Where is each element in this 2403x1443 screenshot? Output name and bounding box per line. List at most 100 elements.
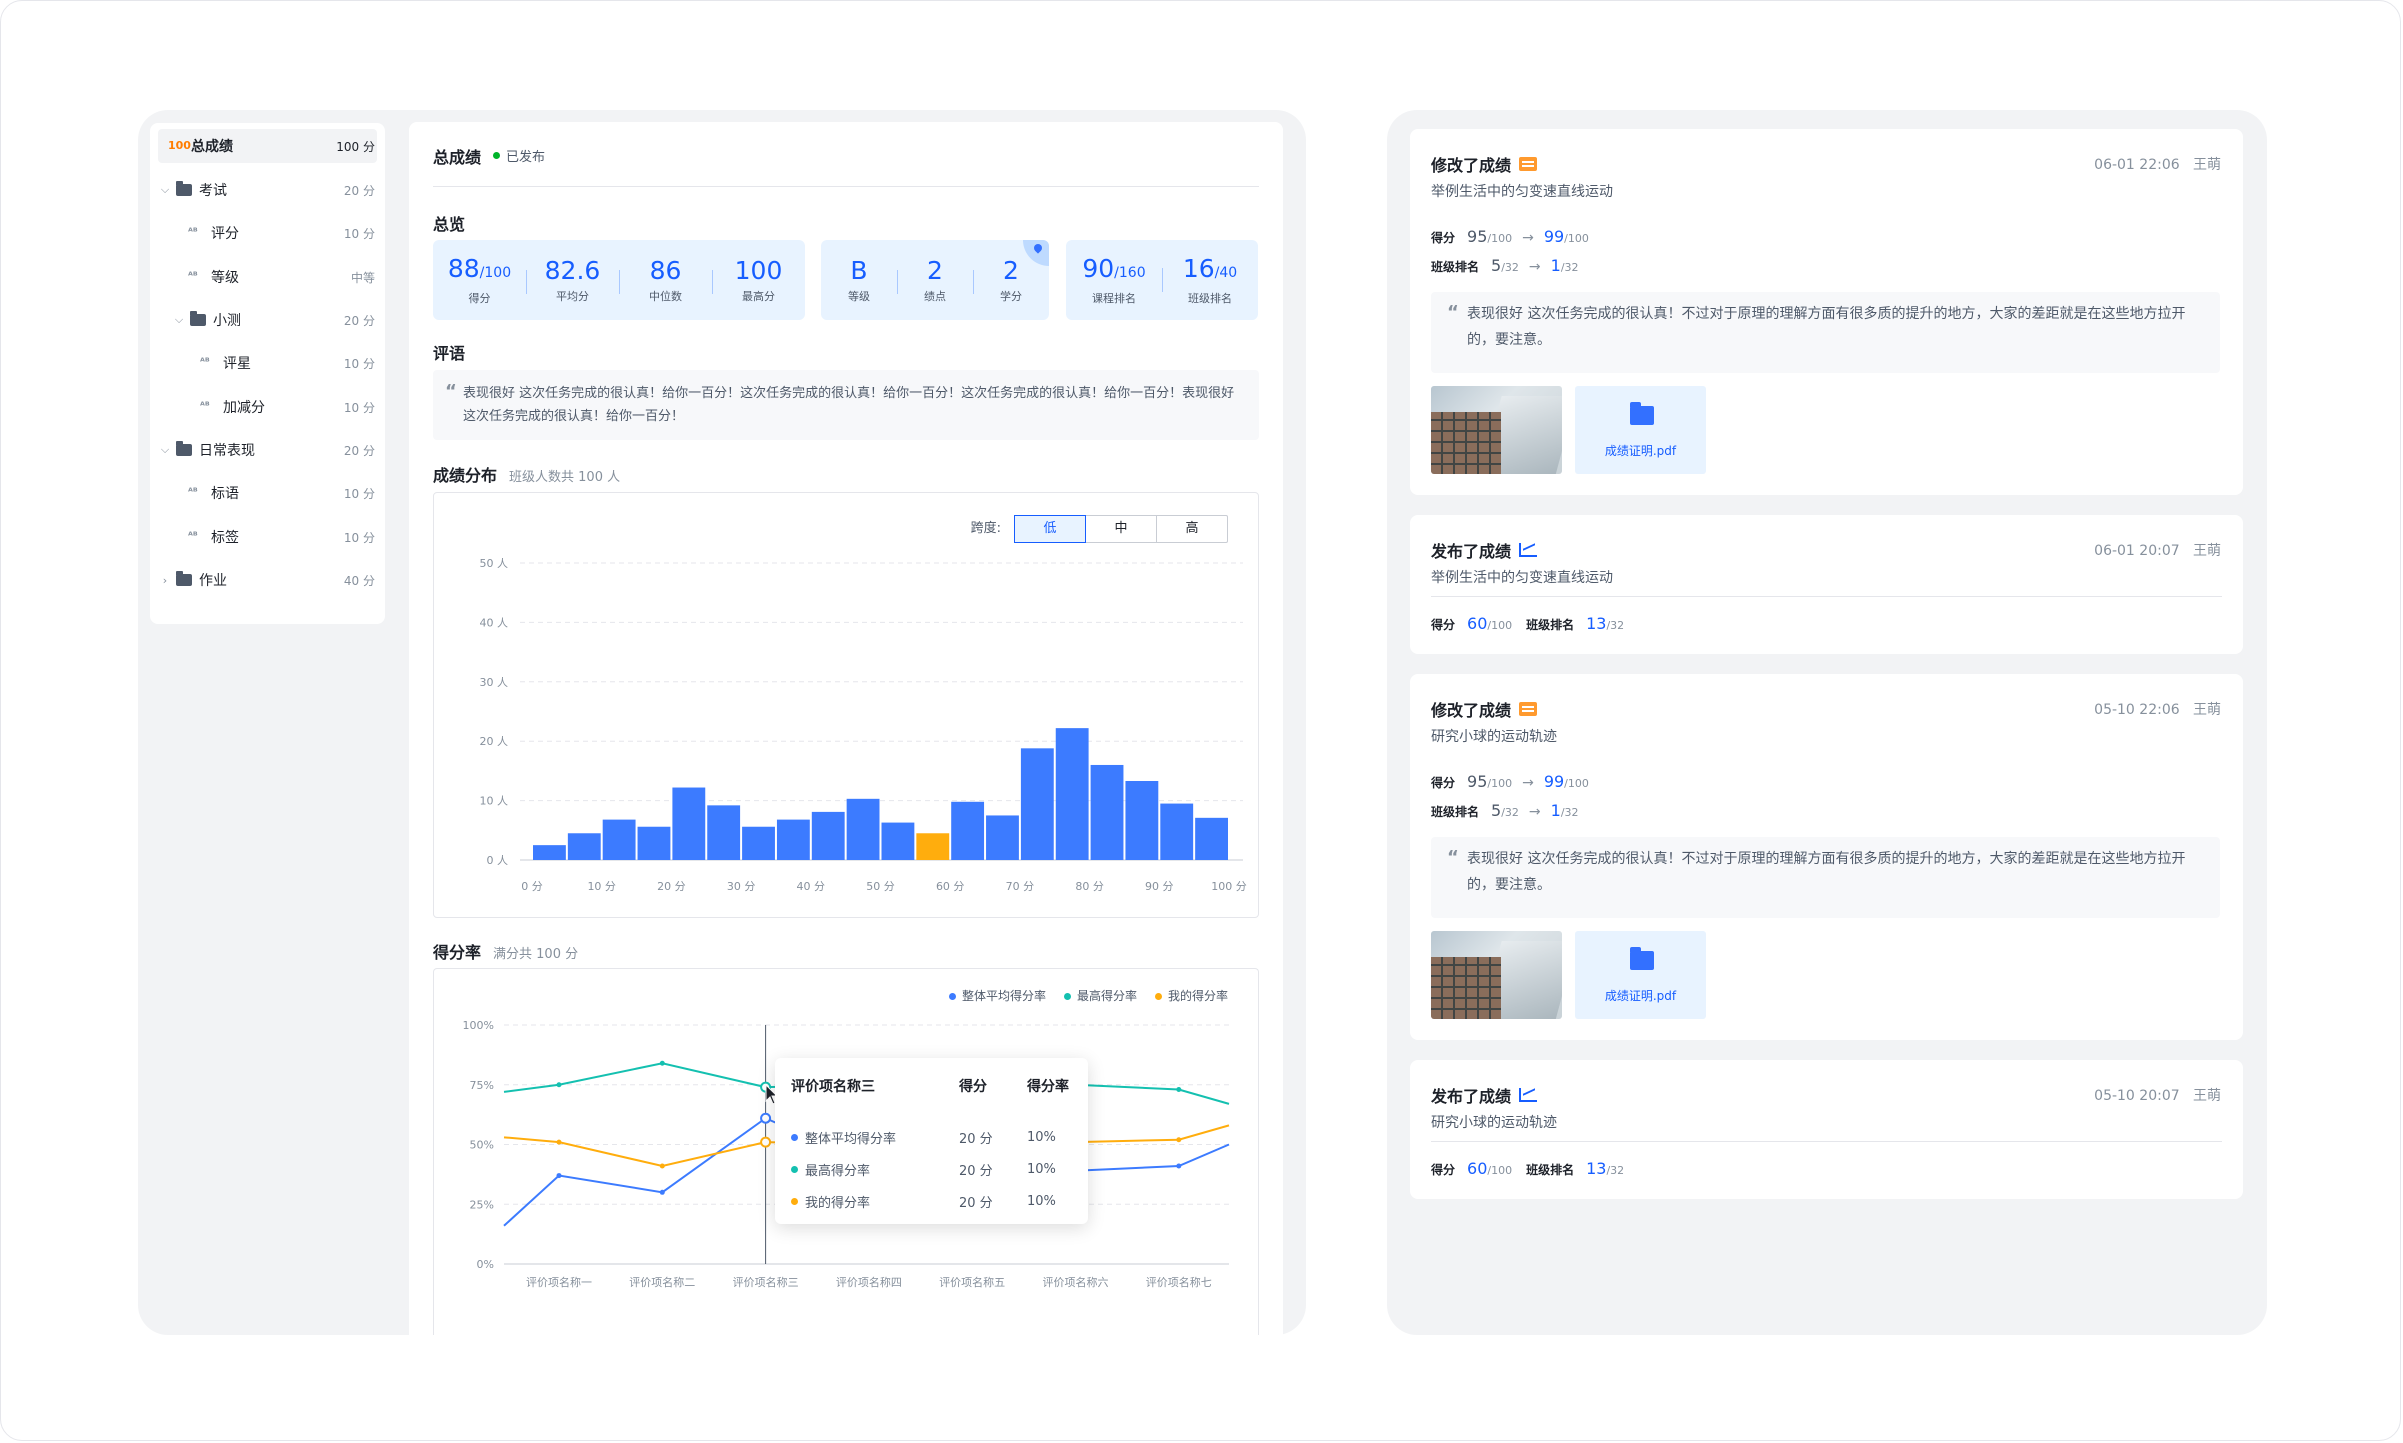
activity-author: 王萌: [2193, 543, 2221, 559]
new-rank: 1: [1550, 256, 1561, 275]
status-badge: 已发布: [493, 146, 545, 165]
chevron-down-icon[interactable]: ⌵: [158, 183, 172, 197]
x-tick-label: 0 分: [521, 880, 543, 893]
tree-item-score[interactable]: ᴬᴮ 评分 10 分: [158, 216, 377, 250]
tree-item-label: 加减分: [223, 400, 265, 416]
activity-title: 发布了成绩: [1431, 1083, 1538, 1107]
attachment-pdf[interactable]: 成绩证明.pdf: [1575, 931, 1706, 1019]
tooltip-row: 整体平均得分率 20 分 10%: [791, 1128, 1072, 1147]
rank-change: 班级排名 5/32 → 1/32: [1431, 801, 1579, 820]
y-tick-label: 0%: [477, 1258, 494, 1271]
stats-grade-group: B 等级 2 绩点 2 学分: [821, 240, 1049, 320]
attachment-pdf[interactable]: 成绩证明.pdf: [1575, 386, 1706, 474]
chart-up-icon: [1519, 1088, 1538, 1102]
distribution-title-text: 成绩分布: [433, 466, 498, 485]
series-dot-icon: [791, 1134, 798, 1141]
score-change: 得分 95/100 → 99/100: [1431, 227, 1589, 246]
score-value: 60: [1467, 614, 1488, 633]
activity-time: 05-10 22:06: [2094, 702, 2180, 718]
tree-item-value: 100 分: [336, 139, 375, 154]
stat-level: B 等级: [821, 256, 897, 304]
span-option-low[interactable]: 低: [1014, 515, 1086, 543]
x-tick-label: 50 分: [866, 880, 895, 893]
tree-item-label: 评分: [211, 226, 239, 242]
activity-subtitle[interactable]: 举例生活中的匀变速直线运动: [1431, 181, 1613, 201]
tree-item-label: 评星: [223, 356, 251, 372]
score-summary: 得分 60/100 班级排名 13/32: [1431, 1159, 1624, 1178]
tree-item-star[interactable]: ᴬᴮ 评星 10 分: [158, 346, 377, 380]
y-tick-label: 40 人: [480, 616, 509, 629]
rank-total: /32: [1606, 619, 1625, 632]
score-label: 得分: [1431, 776, 1456, 790]
tree-item-quiz[interactable]: ⌵ 小测 20 分: [158, 303, 377, 337]
stat-value: 100: [734, 256, 783, 285]
y-tick-label: 0 人: [487, 854, 509, 867]
chevron-right-icon[interactable]: ›: [158, 574, 172, 587]
tooltip-header: 评价项名称三 得分 得分率: [791, 1076, 1072, 1096]
tooltip-series-name: 整体平均得分率: [805, 1132, 897, 1147]
stat-unit: /160: [1114, 265, 1146, 281]
tree-item-homework[interactable]: › 作业 40 分: [158, 563, 377, 597]
tooltip-col-score: 得分: [959, 1079, 987, 1095]
tree-item-daily[interactable]: ⌵ 日常表现 20 分: [158, 433, 377, 467]
tree-item-slogan[interactable]: ᴬᴮ 标语 10 分: [158, 476, 377, 510]
activity-title: 修改了成绩: [1431, 697, 1538, 721]
distribution-bar-chart: 0 人 10 人 20 人 30 人 40 人 50 人 0 分 10 分 20 分 30 分 40…: [480, 557, 1247, 893]
x-tick-label: 评价项名称一: [526, 1275, 592, 1289]
series-point: [659, 1189, 665, 1195]
score-value: 60: [1467, 1159, 1488, 1178]
divider: [433, 186, 1259, 187]
histogram-bar: [1020, 748, 1054, 860]
x-tick-label: 评价项名称三: [733, 1275, 799, 1289]
tooltip-row: 我的得分率 20 分 10%: [791, 1192, 1072, 1211]
histogram-bar: [1125, 780, 1159, 860]
y-tick-label: 75%: [470, 1079, 494, 1092]
series-point: [1176, 1137, 1182, 1143]
chevron-down-icon[interactable]: ⌵: [158, 443, 172, 457]
tree-item-level[interactable]: ᴬᴮ 等级 中等: [158, 260, 377, 294]
tree-item-value: 20 分: [343, 313, 375, 328]
tree-item-exam[interactable]: ⌵ 考试 20 分: [158, 173, 377, 207]
tooltip-series-name: 我的得分率: [805, 1196, 871, 1211]
score-label: 得分: [1431, 231, 1456, 245]
tree-item-label: 总成绩: [191, 139, 233, 155]
rank-label: 班级排名: [1526, 618, 1575, 632]
activity-subtitle[interactable]: 研究小球的运动轨迹: [1431, 1112, 1557, 1132]
attachment-image[interactable]: [1431, 386, 1562, 474]
rank-value: 13: [1586, 1159, 1607, 1178]
overview-title: 总览: [433, 215, 466, 234]
x-tick-label: 评价项名称六: [1043, 1275, 1109, 1289]
activity-subtitle[interactable]: 研究小球的运动轨迹: [1431, 726, 1557, 746]
tree-item-bonus[interactable]: ᴬᴮ 加减分 10 分: [158, 390, 377, 424]
stat-label: 班级排名: [1188, 292, 1232, 305]
tree-item-value: 10 分: [343, 400, 375, 415]
tooltip-score: 20 分: [959, 1132, 993, 1147]
abc-icon: ᴬᴮ: [188, 227, 198, 238]
chart-up-icon: [1519, 543, 1538, 557]
tooltip-score: 20 分: [959, 1196, 993, 1211]
chevron-down-icon[interactable]: ⌵: [172, 313, 186, 327]
attachment-name: 成绩证明.pdf: [1604, 989, 1677, 1003]
arrow-right-icon: →: [1528, 259, 1541, 275]
arrow-right-icon: →: [1522, 230, 1534, 246]
quote-icon: “: [1447, 847, 1459, 868]
rank-change: 班级排名 5/32 → 1/32: [1431, 256, 1579, 275]
activity-title-text: 修改了成绩: [1431, 701, 1512, 720]
activity-subtitle[interactable]: 举例生活中的匀变速直线运动: [1431, 567, 1613, 587]
histogram-bar: [986, 815, 1019, 860]
x-tick-label: 90 分: [1145, 880, 1174, 893]
attachment-image[interactable]: [1431, 931, 1562, 1019]
activity-meta: 05-10 20:07 王萌: [2094, 1085, 2221, 1105]
histogram-bar: [846, 798, 880, 860]
tree-item-tag[interactable]: ᴬᴮ 标签 10 分: [158, 520, 377, 554]
tree-item-total[interactable]: 100 总成绩 100 分: [158, 129, 377, 163]
tree-item-label: 标签: [211, 530, 239, 546]
abc-icon: ᴬᴮ: [200, 401, 210, 412]
stats-score-group: 88/100 得分 82.6 平均分 86 中位数 100 最高分: [433, 240, 805, 320]
tooltip-col-rate: 得分率: [1027, 1079, 1069, 1095]
quote-icon: “: [1447, 302, 1459, 323]
stat-label: 得分: [468, 292, 491, 305]
old-score-total: /100: [1487, 777, 1513, 790]
folder-icon: [176, 441, 192, 456]
x-tick-label: 评价项名称二: [629, 1275, 695, 1289]
